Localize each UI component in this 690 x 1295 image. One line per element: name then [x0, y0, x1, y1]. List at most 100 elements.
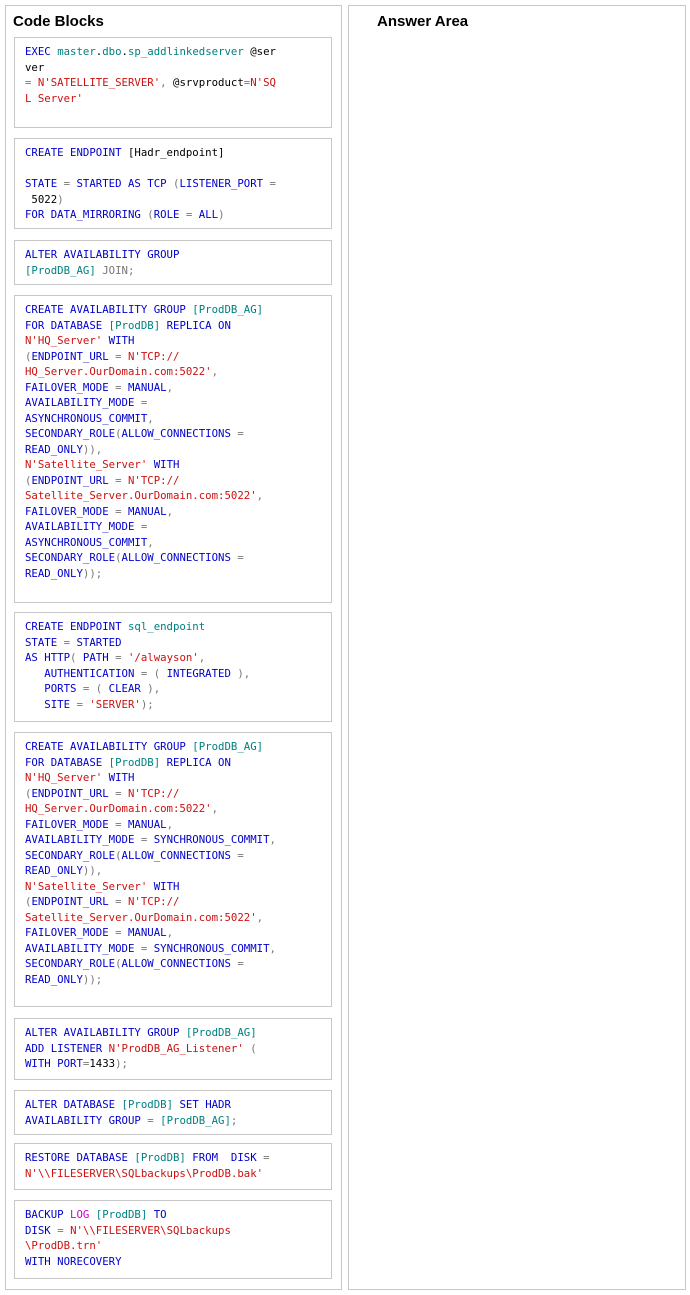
code-block-create-ag-async[interactable]: CREATE AVAILABILITY GROUP [ProdDB_AG] FOR… — [14, 295, 332, 603]
code-block-alter-ag-join[interactable]: ALTER AVAILABILITY GROUP [ProdDB_AG] JOIN… — [14, 240, 332, 285]
code-token: SYNCHRONOUS_COMMIT — [153, 833, 270, 846]
code-token: FOR DATA_MIRRORING — [25, 208, 148, 221]
code-token: HQ_Server.OurDomain.com:5022' — [25, 802, 212, 815]
code-token: BACKUP — [25, 1208, 71, 1221]
code-block-alter-database-set-hadr[interactable]: ALTER DATABASE [ProdDB] SET HADR AVAILABI… — [14, 1090, 332, 1135]
code-line: HQ_Server.OurDomain.com:5022', — [25, 364, 323, 380]
code-token: @srvproduct — [173, 76, 244, 89]
code-line: FOR DATABASE [ProdDB] REPLICA ON — [25, 755, 323, 771]
code-token: SECONDARY_ROLE — [25, 848, 116, 862]
code-token: [ProdDB_AG] — [192, 303, 264, 316]
code-token: SECONDARY_ROLE — [25, 551, 116, 564]
code-token: MANUAL — [127, 817, 167, 831]
code-token: '/alwayson' — [127, 651, 199, 664]
code-token: WITH PORT — [25, 1057, 83, 1070]
code-line: CREATE AVAILABILITY GROUP [ProdDB_AG] — [25, 302, 323, 318]
code-block-create-sql-endpoint[interactable]: CREATE ENDPOINT sql_endpoint STATE = STAR… — [14, 612, 332, 722]
code-block-create-ag-sync[interactable]: CREATE AVAILABILITY GROUP [ProdDB_AG] FOR… — [14, 732, 332, 1007]
code-line: EXEC master.dbo.sp_addlinkedserver @ser — [25, 44, 323, 60]
code-token: N'TCP:// — [127, 473, 180, 487]
code-token: ); — [115, 1057, 128, 1070]
code-token: master — [57, 45, 96, 58]
code-token: EXEC — [25, 45, 58, 58]
code-token: )) — [82, 864, 96, 877]
code-block-backup-log[interactable]: BACKUP LOG [ProdDB] TO DISK = N'\\FILESER… — [14, 1200, 332, 1279]
code-line: READ_ONLY)); — [25, 566, 323, 582]
code-line: ADD LISTENER N'ProdDB_AG_Listener' ( — [25, 1041, 323, 1057]
code-line: FAILOVER_MODE = MANUAL, — [25, 504, 323, 520]
code-token: = — [63, 177, 77, 190]
code-token: ALTER AVAILABILITY GROUP — [25, 248, 180, 261]
code-token: N'Satellite_Server' — [25, 458, 148, 471]
code-token: AVAILABILITY GROUP — [25, 1113, 148, 1127]
code-token: [ProdDB] — [95, 1208, 148, 1221]
code-line: SITE = 'SERVER'); — [25, 697, 323, 713]
code-token: )); — [82, 566, 103, 580]
code-token: , — [166, 380, 174, 394]
answer-area-panel[interactable]: Answer Area — [348, 5, 686, 1290]
code-token: ); — [140, 697, 154, 711]
code-token: [ProdDB] — [108, 755, 161, 769]
code-token: , — [198, 651, 206, 664]
code-token: REPLICA ON — [160, 755, 231, 769]
code-line: ALTER DATABASE [ProdDB] SET HADR — [25, 1097, 323, 1113]
code-token: FOR DATABASE — [25, 755, 109, 769]
code-token: CREATE ENDPOINT — [25, 146, 128, 159]
code-line: FAILOVER_MODE = MANUAL, — [25, 380, 323, 396]
code-token: ), — [147, 682, 161, 695]
code-token: [ProdDB_AG] — [160, 1113, 231, 1127]
code-token: MANUAL — [127, 926, 167, 939]
code-token: PORTS — [25, 682, 83, 695]
code-token: FOR DATABASE — [25, 318, 109, 332]
code-token: FAILOVER_MODE — [25, 504, 116, 518]
code-token: , — [147, 411, 154, 425]
code-token: = — [263, 1151, 270, 1164]
code-token: @ser — [243, 45, 276, 58]
code-token: STATE — [25, 177, 64, 190]
code-token: N'Satellite_Server' — [25, 879, 148, 893]
code-line: ASYNCHRONOUS_COMMIT, — [25, 411, 323, 427]
code-token: ENDPOINT_URL — [31, 786, 116, 800]
code-token: N'TCP:// — [127, 895, 180, 908]
code-token: CREATE AVAILABILITY GROUP — [25, 740, 193, 753]
code-line: ALTER AVAILABILITY GROUP — [25, 247, 323, 263]
code-token: = — [237, 848, 244, 862]
code-block-add-linked-server[interactable]: EXEC master.dbo.sp_addlinkedserver @ser v… — [14, 37, 332, 128]
code-token: [ProdDB_AG] — [25, 263, 96, 277]
code-token: JOIN; — [95, 263, 135, 277]
code-token: = — [237, 551, 244, 564]
code-line: ver — [25, 60, 323, 76]
code-token: ALTER AVAILABILITY GROUP — [25, 1026, 186, 1039]
code-line: (ENDPOINT_URL = N'TCP:// — [25, 473, 323, 489]
code-line: ​ — [25, 161, 323, 177]
code-token: READ_ONLY — [25, 972, 83, 986]
code-line: N'HQ_Server' WITH — [25, 770, 323, 786]
code-token: FAILOVER_MODE — [25, 380, 116, 394]
code-token: AUTHENTICATION — [25, 666, 141, 680]
code-token: [ProdDB] — [108, 318, 161, 332]
code-token: ( — [243, 1041, 257, 1055]
code-line: (ENDPOINT_URL = N'TCP:// — [25, 894, 323, 910]
code-token: ALLOW_CONNECTIONS — [121, 848, 238, 862]
code-token: [ProdDB_AG] — [185, 1026, 257, 1039]
code-line: CREATE ENDPOINT sql_endpoint — [25, 619, 323, 635]
code-line: Satellite_Server.OurDomain.com:5022', — [25, 910, 323, 926]
code-line: AUTHENTICATION = ( INTEGRATED ), — [25, 666, 323, 682]
code-block-create-hadr-endpoint[interactable]: CREATE ENDPOINT [Hadr_endpoint]​STATE = … — [14, 138, 332, 229]
code-line: SECONDARY_ROLE(ALLOW_CONNECTIONS = — [25, 426, 323, 442]
code-line: FAILOVER_MODE = MANUAL, — [25, 925, 323, 941]
code-token: FAILOVER_MODE — [25, 817, 116, 831]
code-block-add-listener[interactable]: ALTER AVAILABILITY GROUP [ProdDB_AG] ADD … — [14, 1018, 332, 1080]
code-line: STATE = STARTED — [25, 635, 323, 651]
code-token: REPLICA ON — [160, 318, 231, 332]
code-token: = — [57, 1223, 71, 1237]
code-token: )) — [82, 442, 96, 456]
code-block-restore-database[interactable]: RESTORE DATABASE [ProdDB] FROM DISK = N'\… — [14, 1143, 332, 1190]
code-token: dbo — [102, 45, 122, 58]
code-token: STATE — [25, 635, 64, 649]
code-token: = — [115, 895, 128, 908]
code-line: AVAILABILITY_MODE = SYNCHRONOUS_COMMIT, — [25, 832, 323, 848]
code-token: = ( — [140, 666, 167, 680]
code-token: MANUAL — [127, 380, 167, 394]
code-token: = — [185, 208, 199, 221]
